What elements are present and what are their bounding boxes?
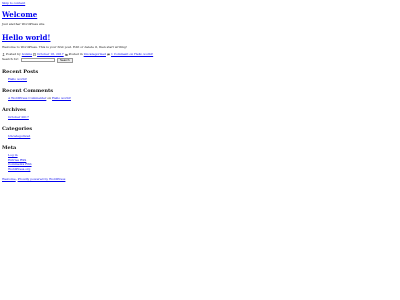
comment-post-link[interactable]: Hello world!: [52, 96, 71, 100]
widget-recent-posts: Recent Posts Hello world!: [2, 69, 398, 82]
list-item: Uncategorized: [8, 134, 398, 139]
powered-by-link[interactable]: Proudly powered by WordPress: [18, 177, 66, 181]
author-link[interactable]: bonnie: [22, 52, 32, 57]
meta-title: Meta: [2, 144, 17, 151]
list-item: Hello world!: [8, 77, 398, 82]
search-input[interactable]: [20, 58, 55, 62]
categories-list: Uncategorized: [2, 134, 398, 139]
sidebar: Search for: Search Recent Posts Hello wo…: [2, 57, 398, 172]
post-meta: Posted by bonnie October 16, 2017 Posted…: [2, 51, 398, 57]
posted-in-label: Posted in: [68, 51, 83, 56]
post-title-link[interactable]: Hello world!: [2, 33, 51, 42]
on-text: on: [47, 95, 52, 100]
comments-rss-link[interactable]: Comments RSS: [8, 162, 32, 166]
post: Hello world! Welcome to WordPress. This …: [2, 33, 398, 57]
widget-meta: Meta Log in Entries RSS Comments RSS Wor…: [2, 145, 398, 172]
site-header: Welcome Just another WordPress site: [2, 10, 398, 27]
calendar-icon: [33, 53, 36, 57]
category-widget-link[interactable]: Uncategorized: [8, 134, 30, 138]
recent-posts-title: Recent Posts: [2, 68, 39, 75]
recent-post-link[interactable]: Hello world!: [8, 77, 27, 81]
search-button[interactable]: Search: [56, 57, 73, 63]
site-tagline: Just another WordPress site: [2, 21, 45, 26]
list-item: Entries RSS: [8, 158, 398, 163]
search-form: Search for: Search: [2, 57, 398, 63]
archives-title: Archives: [2, 106, 26, 113]
skip-to-content-link[interactable]: Skip to content: [2, 1, 25, 6]
comment-icon: [107, 53, 110, 56]
archive-link[interactable]: October 2017: [8, 115, 29, 119]
wordpress-org-link[interactable]: WordPress.org: [8, 167, 30, 171]
meta-list: Log in Entries RSS Comments RSS WordPres…: [2, 153, 398, 172]
list-item: Comments RSS: [8, 162, 398, 167]
comments-link[interactable]: 1 Comment on Hello world!: [111, 52, 153, 57]
list-item: October 2017: [8, 115, 398, 120]
site-title: Welcome: [2, 10, 398, 20]
widget-archives: Archives October 2017: [2, 107, 398, 120]
folder-icon: [64, 54, 68, 56]
site-footer: Welcome, Proudly powered by WordPress: [2, 177, 398, 182]
page: Skip to content Welcome Just another Wor…: [0, 0, 400, 182]
login-link[interactable]: Log in: [8, 153, 18, 157]
post-date-link[interactable]: October 16, 2017: [37, 52, 64, 57]
search-label: Search for:: [2, 57, 19, 62]
categories-title: Categories: [2, 125, 33, 132]
user-icon: [2, 53, 5, 57]
widget-categories: Categories Uncategorized: [2, 126, 398, 139]
recent-comments-title: Recent Comments: [2, 87, 54, 94]
posted-by-label: Posted by: [6, 51, 21, 56]
entries-rss-link[interactable]: Entries RSS: [8, 158, 26, 162]
archives-list: October 2017: [2, 115, 398, 120]
recent-posts-list: Hello world!: [2, 77, 398, 82]
widget-recent-comments: Recent Comments A WordPress Commenter on…: [2, 88, 398, 101]
category-link[interactable]: Uncategorized: [84, 52, 106, 57]
footer-site-link[interactable]: Welcome: [2, 177, 16, 181]
site-title-link[interactable]: Welcome: [2, 10, 37, 19]
list-item: A WordPress Commenter on Hello world!: [8, 95, 398, 101]
list-item: Log in: [8, 153, 398, 158]
commenter-link[interactable]: A WordPress Commenter: [8, 96, 46, 100]
post-title: Hello world!: [2, 33, 398, 43]
list-item: WordPress.org: [8, 167, 398, 172]
post-content: Welcome to WordPress. This is your first…: [2, 45, 127, 49]
recent-comments-list: A WordPress Commenter on Hello world!: [2, 95, 398, 101]
